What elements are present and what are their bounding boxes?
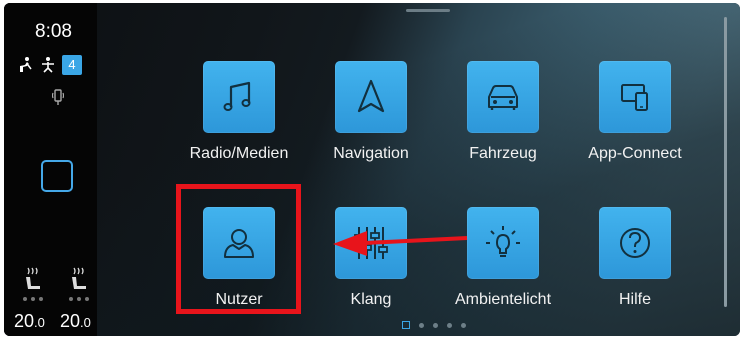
seat-heating-left-icon[interactable] [22, 265, 44, 300]
temperature-right-decimal: .0 [80, 315, 91, 330]
temperature-right[interactable]: 20.0 [60, 311, 91, 332]
vehicle-tile[interactable] [467, 61, 539, 133]
highlight-box [176, 184, 301, 314]
seat-heat-level-right [69, 297, 89, 301]
clock: 8:08 [35, 21, 72, 42]
temperature-left[interactable]: 20.0 [14, 311, 45, 332]
page-dot[interactable] [433, 322, 438, 328]
app-connect-label: App-Connect [588, 145, 682, 162]
wireless-charging-icon [51, 88, 65, 111]
seat-heat-level-left [23, 297, 43, 301]
passenger-airbag-icon [40, 56, 56, 74]
scrollbar[interactable] [724, 17, 727, 307]
home-button[interactable] [41, 160, 73, 192]
seatbelt-person-icon [16, 56, 34, 74]
lightbulb-icon [486, 226, 520, 257]
page-dot[interactable] [461, 322, 466, 328]
temperature-left-integer: 20 [14, 311, 35, 331]
page-indicator[interactable] [402, 321, 466, 329]
navigation-tile[interactable] [335, 61, 407, 133]
radio-media-tile[interactable] [203, 61, 275, 133]
pull-down-handle[interactable] [406, 9, 450, 12]
temperature-right-integer: 20 [60, 311, 81, 331]
radio-media-label: Radio/Medien [189, 145, 289, 162]
active-user-badge[interactable]: 4 [62, 55, 82, 75]
app-connect-icon [621, 84, 648, 111]
temperature-left-decimal: .0 [34, 315, 45, 330]
background-overlay [4, 3, 740, 336]
ambient-light-tile[interactable] [467, 207, 539, 279]
infotainment-screen: 8:08 4 20.0 20.0 Radio/Medien Navigation… [4, 3, 740, 336]
status-icons: 4 [16, 55, 82, 75]
help-icon [620, 228, 650, 258]
annotation-arrow [333, 231, 468, 256]
car-icon [488, 85, 518, 110]
status-sidebar: 8:08 4 20.0 20.0 [4, 3, 97, 336]
page-dot[interactable] [447, 322, 452, 328]
ambient-light-label: Ambientelicht [454, 291, 552, 308]
navigation-label: Navigation [333, 145, 409, 162]
help-tile[interactable] [599, 207, 671, 279]
navigation-arrow-icon [357, 79, 385, 113]
page-dot-active[interactable] [402, 321, 410, 329]
vehicle-label: Fahrzeug [469, 145, 537, 162]
sound-label: Klang [350, 291, 392, 308]
app-connect-tile[interactable] [599, 61, 671, 133]
seat-heating-right-icon[interactable] [68, 265, 90, 300]
page-dot[interactable] [419, 322, 424, 328]
music-note-icon [223, 81, 251, 111]
help-label: Hilfe [618, 291, 651, 308]
